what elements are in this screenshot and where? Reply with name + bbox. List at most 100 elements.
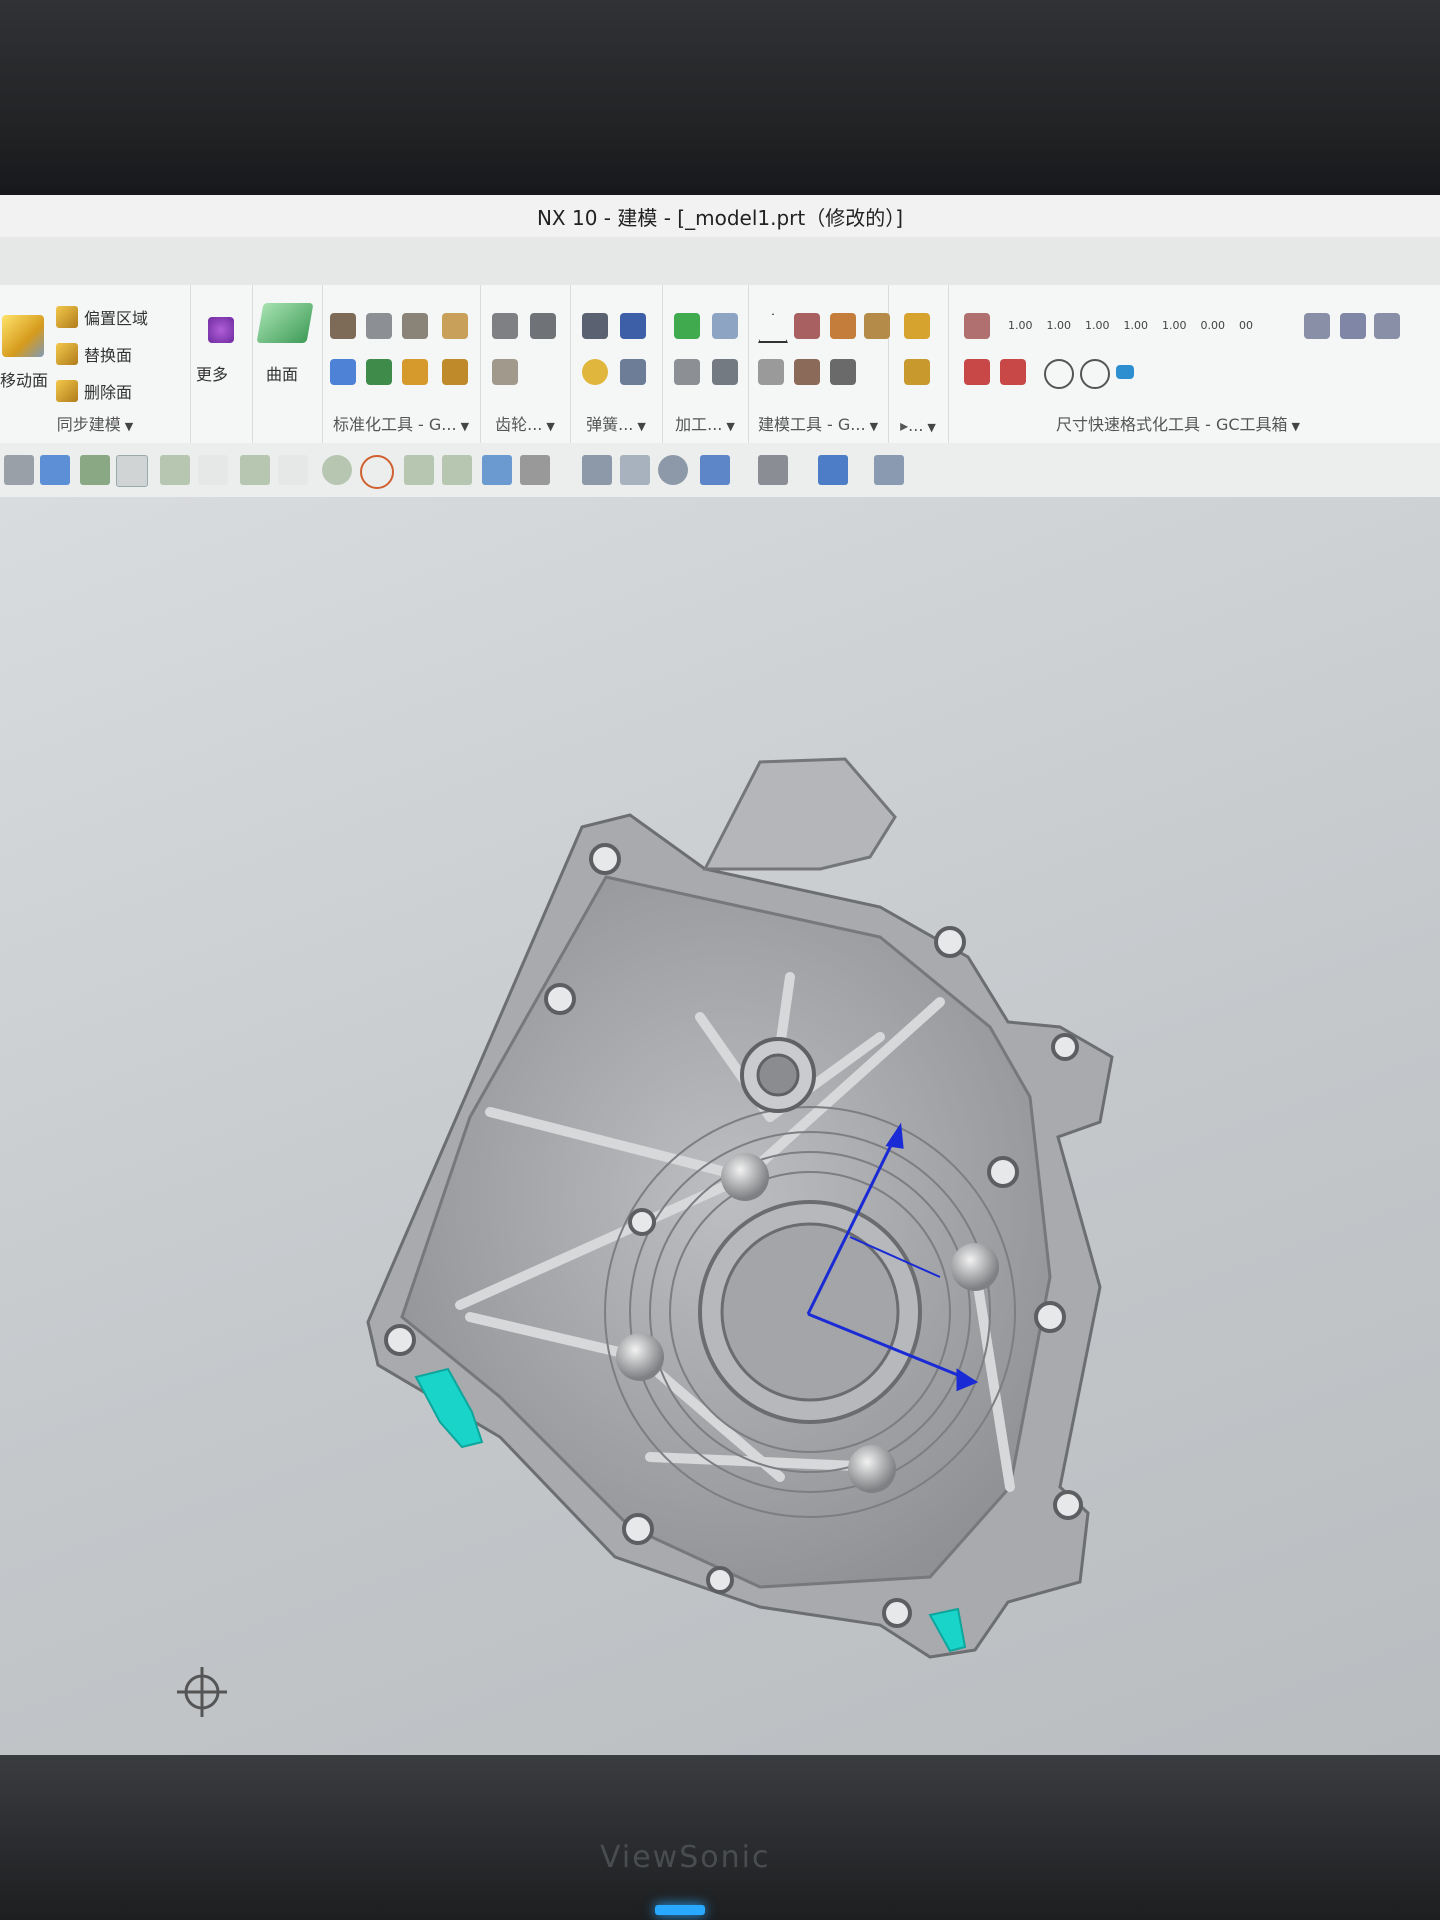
coins-alt-icon[interactable] [904,359,930,385]
dim-sample-7[interactable]: 00 [1239,319,1253,332]
more-button[interactable]: 更多 [196,361,228,385]
group-label-sync: 同步建模 ▼ [56,415,134,434]
dim-sample-4[interactable]: 1.00 [1124,319,1149,332]
dim-style-icon[interactable] [1304,313,1330,339]
tolerance-icon[interactable] [830,359,856,385]
window-title: NX 10 - 建模 - [_model1.prt（修改的）] [536,205,904,230]
tool-icon[interactable] [442,313,468,339]
dim-style3-icon[interactable] [1374,313,1400,339]
measure-icon[interactable] [794,359,820,385]
move-face-button[interactable]: 移动面 [0,367,48,391]
fit-view-icon[interactable] [582,455,612,485]
edit-icon[interactable] [830,313,856,339]
circle-icon[interactable] [360,455,394,489]
cube-icon[interactable] [40,455,70,485]
assembly-icon[interactable] [330,359,356,385]
group-sync-modeling: 移动面 偏置区域 替换面 删除面 同步建模 ▼ [0,285,191,443]
gear-icon[interactable] [492,313,518,339]
surface-button[interactable]: 曲面 [266,361,298,385]
group-more: 更多 [190,285,253,443]
plus-icon[interactable] [404,455,434,485]
diameter-red-icon[interactable] [964,359,990,385]
dim-format-icon[interactable] [964,313,990,339]
sheet-icon[interactable] [794,313,820,339]
zoom-icon[interactable] [620,455,650,485]
diameter-symbol2-icon[interactable] [1080,359,1110,389]
graphics-viewport[interactable] [0,497,1440,1755]
spline-icon[interactable] [198,455,228,485]
delete-face-icon [56,380,78,402]
spring-coil-icon[interactable] [582,359,608,385]
diameter-symbol-icon[interactable] [1044,359,1074,389]
replace-face-button[interactable]: 替换面 [56,342,132,366]
group-label-extra: ▸... ▼ [900,416,936,435]
snap-points-icon[interactable] [80,455,110,485]
group-label-dim-format: 尺寸快速格式化工具 - GC工具箱 ▼ [1056,415,1300,434]
grid-icon[interactable] [520,455,550,485]
monitor-bezel-bottom [0,1755,1440,1920]
boss-sphere-3 [616,1333,664,1381]
rotate-icon[interactable] [658,455,688,485]
bolt-icon[interactable] [402,359,428,385]
selection-toolbar [0,443,1440,498]
group-label-standard-tools: 标准化工具 - G... ▼ [332,415,470,434]
arrow-icon[interactable] [1116,365,1134,379]
render-style-icon[interactable] [758,455,788,485]
shaded-cube-icon[interactable] [818,455,848,485]
machining-icon[interactable] [712,313,738,339]
offset-region-icon [56,306,78,328]
ribbon-tab-strip [0,237,1440,285]
dim-style2-icon[interactable] [1340,313,1366,339]
crosshair-cursor-icon [177,1667,227,1717]
group-modeling-tools: 建模工具 - G... ▼ [748,285,890,443]
gear-data-icon[interactable] [492,359,518,385]
line-icon[interactable] [116,455,148,487]
face-select-icon[interactable] [482,455,512,485]
nut-icon[interactable] [442,359,468,385]
more-icon [208,317,234,343]
model-view[interactable] [0,497,1440,1755]
coins-icon[interactable] [904,313,930,339]
check-icon[interactable] [674,313,700,339]
surface-icon [256,303,314,343]
layer-icon[interactable] [366,313,392,339]
move-face-icon[interactable] [2,315,44,357]
offset-region-button[interactable]: 偏置区域 [56,305,148,329]
dim-sample-3[interactable]: 1.00 [1085,319,1110,332]
dim-sample-6[interactable]: 0.00 [1201,319,1226,332]
table-icon[interactable] [758,359,784,385]
curve-icon[interactable] [160,455,190,485]
center-point-icon[interactable] [322,455,352,485]
group-label-spring: 弹簧... ▼ [586,415,646,434]
gear-housing-model[interactable] [366,757,1114,1659]
polyline-icon[interactable] [240,455,270,485]
spring-icon[interactable] [582,313,608,339]
spring-delete-icon[interactable] [620,359,646,385]
thread-icon[interactable] [712,359,738,385]
tangent-icon[interactable] [442,455,472,485]
orient-view-icon[interactable] [700,455,730,485]
monitor-brand: ViewSonic [600,1840,771,1875]
triangle-icon[interactable] [758,313,788,343]
edit-object-icon[interactable] [874,455,904,485]
standard-part-icon[interactable] [330,313,356,339]
group-spring: 弹簧... ▼ [570,285,663,443]
group-machining: 加工... ▼ [662,285,749,443]
view-solid-icon[interactable] [4,455,34,485]
gear-mesh-icon[interactable] [530,313,556,339]
radius-red-icon[interactable] [1000,359,1026,385]
inlet-nozzle [702,757,897,871]
attribute-icon[interactable] [864,313,890,339]
spring-edit-icon[interactable] [620,313,646,339]
dim-sample-5[interactable]: 1.00 [1162,319,1187,332]
nx-screen: NX 10 - 建模 - [_model1.prt（修改的）] 移动面 偏置区域… [0,195,1440,1755]
hole-icon[interactable] [674,359,700,385]
dim-sample-2[interactable]: 1.00 [1047,319,1072,332]
delete-face-button[interactable]: 删除面 [56,379,132,403]
perpendicular-icon[interactable] [278,455,308,485]
window-titlebar: NX 10 - 建模 - [_model1.prt（修改的）] [0,195,1440,238]
boss-sphere-2 [951,1243,999,1291]
fastener-icon[interactable] [366,359,392,385]
dim-sample-1[interactable]: 1.00 [1008,319,1033,332]
library-icon[interactable] [402,313,428,339]
